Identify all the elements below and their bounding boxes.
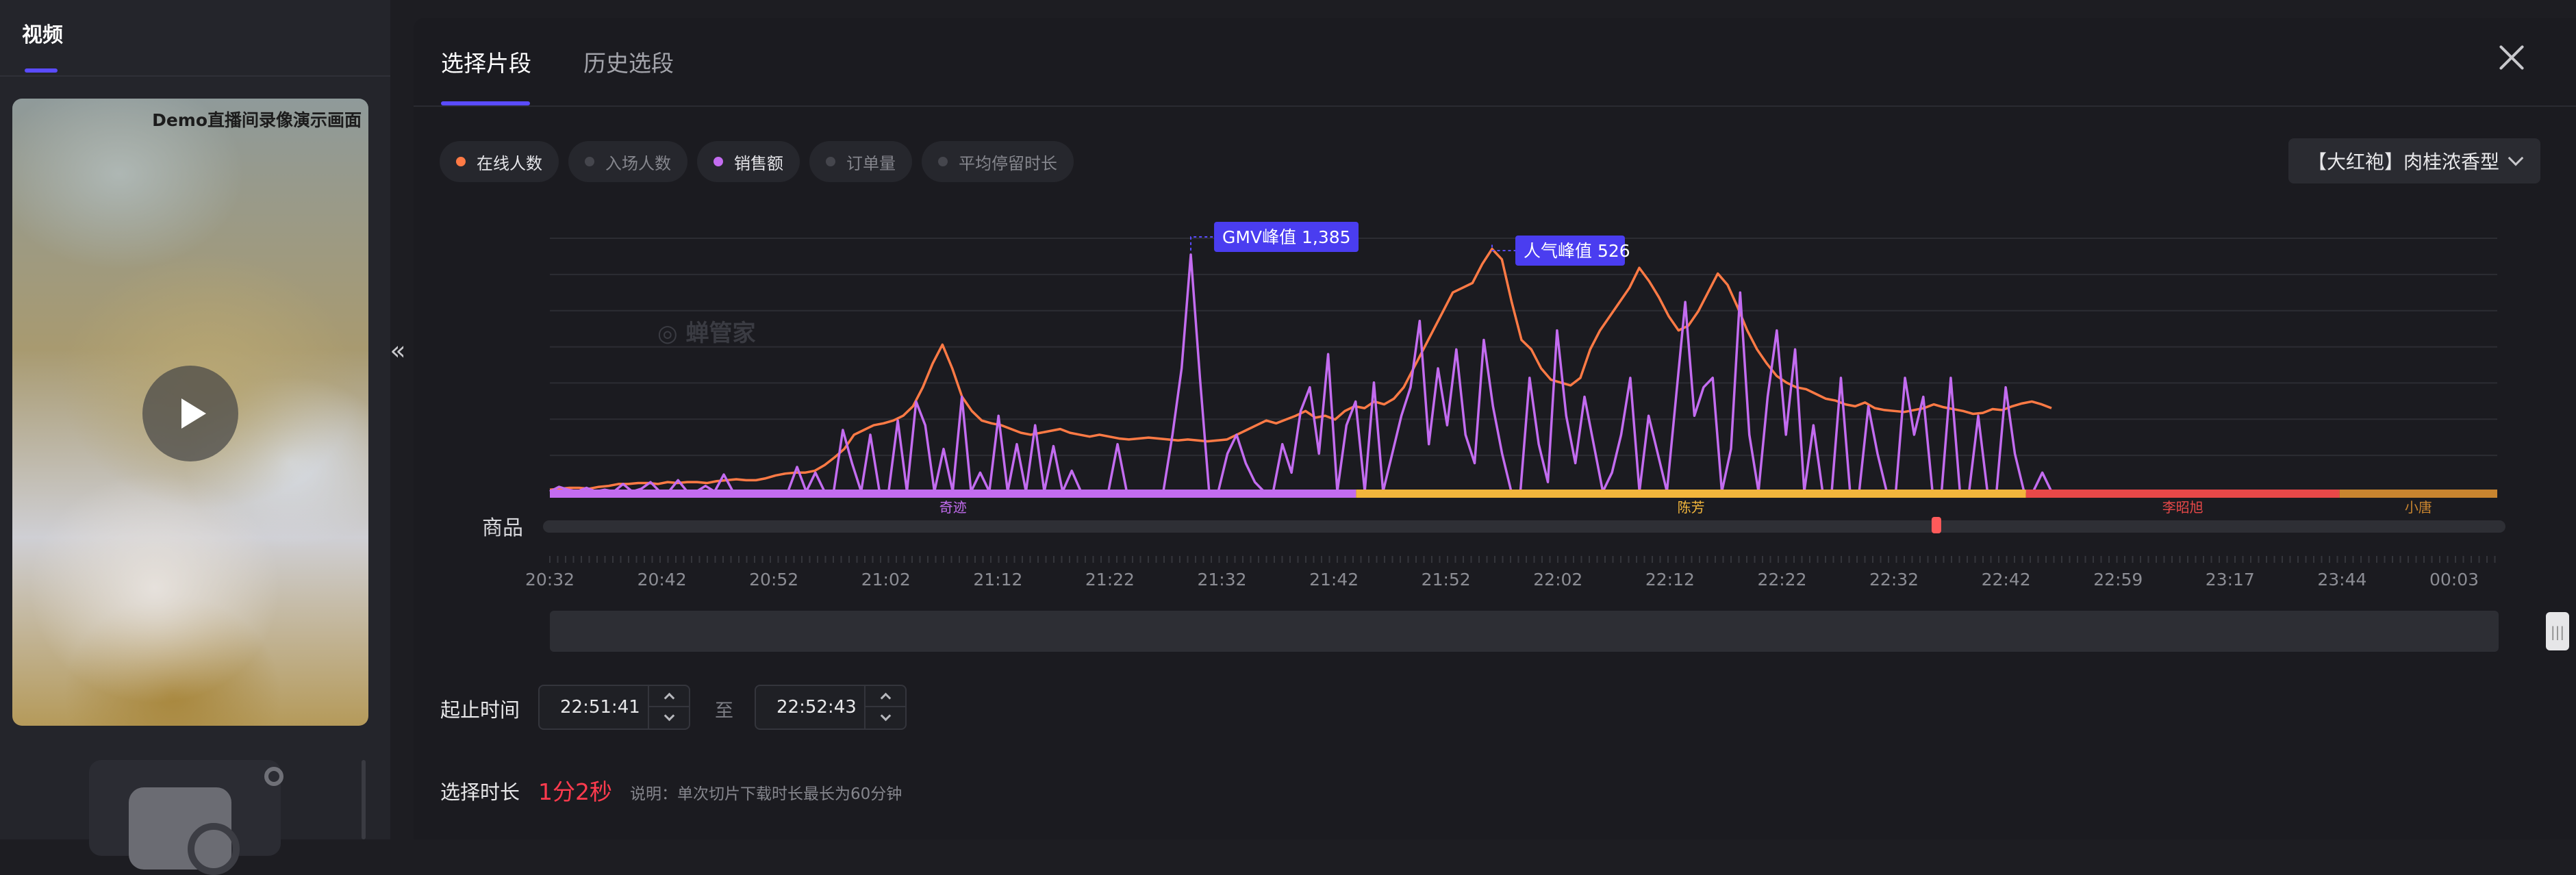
product-dropdown[interactable]: 【大红袍】肉桂浓香型 (2288, 138, 2540, 183)
legend-label: 订单量 (846, 153, 896, 173)
x-tick-label: 21:32 (1198, 570, 1247, 589)
play-icon (181, 398, 206, 429)
duration-label: 选择时长 (440, 781, 520, 804)
end-time-value: 22:52:43 (776, 697, 857, 718)
watermark-text: ◎ 蝉管家 (657, 320, 756, 347)
x-tick-label: 22:32 (1869, 570, 1919, 589)
video-tab-underline (25, 68, 58, 73)
goods-marker[interactable] (1931, 517, 1941, 533)
legend-orders[interactable]: 订单量 (809, 141, 912, 182)
video-player[interactable]: Demo直播间录像演示画面 (12, 99, 368, 726)
end-time-input[interactable]: 22:52:43 (755, 685, 907, 730)
x-tick-label: 23:44 (2317, 570, 2366, 589)
video-tab[interactable]: 视频 (22, 18, 63, 48)
camera-thumbnail-card[interactable] (89, 760, 283, 875)
x-tick-label: 20:52 (749, 570, 798, 589)
chevron-down-icon (880, 710, 891, 722)
tab-divider (414, 105, 2576, 107)
range-scrollbar[interactable] (550, 611, 2499, 652)
segment-label: 奇迹 (939, 499, 967, 516)
peak-label: GMV峰值 1,385 (1222, 227, 1351, 247)
goods-label: 商品 (482, 516, 523, 540)
legend-dot (714, 157, 723, 166)
record-dot-icon (264, 767, 283, 786)
left-panel: 视频 Demo直播间录像演示画面 (0, 0, 390, 875)
tab-select-clip[interactable]: 选择片段 (441, 45, 531, 78)
metric-legend: 在线人数 入场人数 销售额 订单量 平均停留时长 (440, 141, 1074, 182)
chevron-up-icon (664, 692, 674, 704)
x-tick-label: 22:42 (1982, 570, 2031, 589)
legend-dot (938, 157, 948, 166)
legend-label: 入场人数 (605, 153, 671, 173)
x-tick-label: 20:32 (525, 570, 574, 589)
x-tick-label: 20:42 (637, 570, 687, 589)
product-segment[interactable] (1356, 490, 2026, 498)
duration-value: 1分2秒 (538, 778, 612, 805)
segment-label: 小唐 (2405, 499, 2432, 516)
x-tick-label: 22:02 (1533, 570, 1582, 589)
x-tick-label: 21:52 (1422, 570, 1471, 589)
x-tick-label: 21:02 (861, 570, 911, 589)
end-time-stepper (864, 686, 905, 728)
x-tick-label: 21:42 (1309, 570, 1359, 589)
start-time-increment[interactable] (649, 686, 689, 707)
legend-label: 平均停留时长 (959, 153, 1057, 173)
legend-sales[interactable]: 销售额 (697, 141, 800, 182)
time-range-label: 起止时间 (440, 698, 520, 722)
tab-history-clip[interactable]: 历史选段 (583, 45, 674, 78)
legend-label: 销售额 (734, 153, 783, 173)
legend-dot (826, 157, 835, 166)
drag-handle-icon: ||| (2551, 624, 2564, 640)
legend-label: 在线人数 (477, 153, 542, 173)
peak-label: 人气峰值 526 (1524, 241, 1630, 261)
x-tick-label: 00:03 (2429, 570, 2479, 589)
legend-dot (456, 157, 466, 166)
x-tick-label: 22:59 (2093, 570, 2143, 589)
x-tick-label: 22:22 (1757, 570, 1806, 589)
left-scrollbar[interactable] (362, 760, 366, 839)
end-time-decrement[interactable] (866, 707, 905, 728)
start-time-decrement[interactable] (649, 707, 689, 728)
x-tick-label: 23:17 (2206, 570, 2255, 589)
close-icon[interactable] (2495, 41, 2528, 74)
product-segment[interactable] (2025, 490, 2340, 498)
legend-entries[interactable]: 入场人数 (568, 141, 687, 182)
duration-note: 说明：单次切片下载时长最长为60分钟 (630, 785, 902, 803)
chevron-up-icon (880, 692, 891, 704)
end-time-increment[interactable] (866, 686, 905, 707)
clip-select-modal: 选择片段 历史选段 在线人数 入场人数 销售额 订单量 平均停留时长 【大红袍】… (414, 18, 2576, 839)
chevron-down-icon (2508, 150, 2524, 166)
product-segment[interactable] (2339, 490, 2497, 498)
x-tick-label: 21:12 (973, 570, 1022, 589)
product-segment[interactable] (550, 490, 1356, 498)
x-tick-label: 22:12 (1645, 570, 1695, 589)
legend-avg-stay[interactable]: 平均停留时长 (922, 141, 1074, 182)
video-caption: Demo直播间录像演示画面 (152, 110, 362, 130)
product-dropdown-value: 【大红袍】肉桂浓香型 (2308, 151, 2500, 173)
start-time-stepper (648, 686, 689, 728)
collapse-chevron-icon[interactable]: « (388, 316, 408, 385)
segment-label: 陈芳 (1678, 499, 1705, 516)
chevron-down-icon (664, 710, 674, 722)
segment-label: 李昭旭 (2162, 499, 2204, 516)
goods-track[interactable] (543, 520, 2505, 533)
legend-dot (585, 157, 594, 166)
left-divider (0, 75, 390, 77)
camera-icon (129, 787, 240, 875)
start-time-value: 22:51:41 (560, 697, 640, 718)
play-button[interactable] (142, 366, 238, 461)
start-time-input[interactable]: 22:51:41 (538, 685, 690, 730)
x-tick-label: 21:22 (1085, 570, 1135, 589)
to-separator: 至 (715, 700, 733, 722)
legend-online-users[interactable]: 在线人数 (440, 141, 559, 182)
